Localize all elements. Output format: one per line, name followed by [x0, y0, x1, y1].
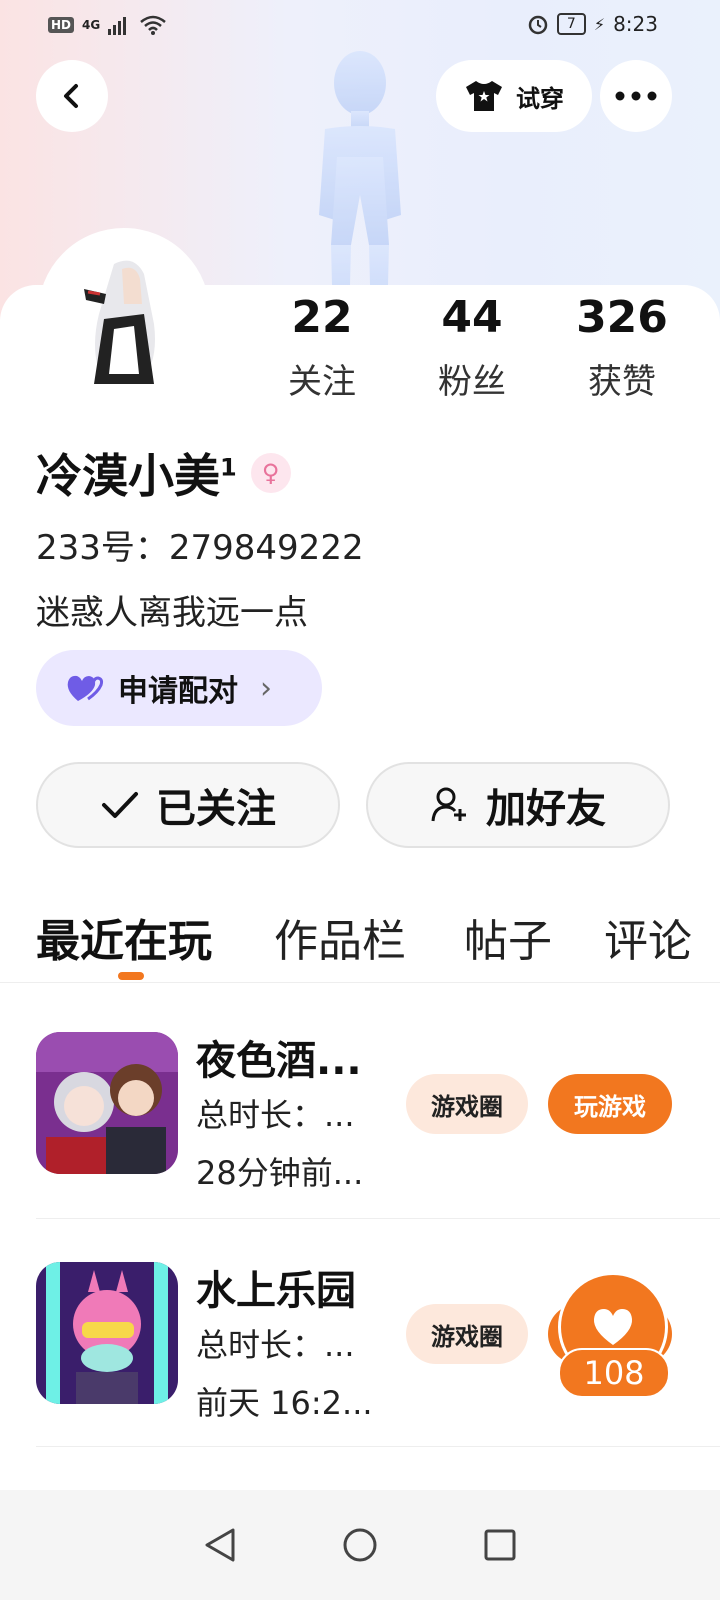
user-name-suffix: 1: [220, 453, 237, 482]
game-title: 夜色酒...: [196, 1038, 362, 1084]
tab-posts[interactable]: 帖子: [464, 905, 552, 969]
hd-badge: HD: [48, 17, 75, 33]
clock-time: 8:23: [613, 12, 658, 36]
chevron-left-icon: [64, 84, 78, 108]
battery-indicator: 7: [556, 13, 586, 35]
row-divider: [36, 1446, 720, 1447]
play-game-button[interactable]: 玩游戏: [548, 1074, 672, 1134]
game-last-played: 28分钟前...: [196, 1154, 364, 1192]
alarm-icon: [528, 15, 548, 35]
back-button[interactable]: [36, 60, 108, 132]
game-title: 水上乐园: [196, 1268, 356, 1314]
floating-like-button[interactable]: 108: [558, 1272, 670, 1400]
game-circle-button[interactable]: 游戏圈: [406, 1074, 528, 1134]
stat-following-label: 关注: [288, 362, 356, 402]
back-triangle-icon[interactable]: [203, 1527, 237, 1563]
charging-icon: ⚡: [593, 14, 606, 34]
stat-likes[interactable]: 326 获赞: [562, 290, 682, 403]
heart-pair-icon: [67, 675, 104, 701]
game-cover-art: [36, 1032, 178, 1174]
tab-divider: [0, 982, 720, 983]
game-duration: 总时长：...: [196, 1326, 355, 1364]
checkmark-icon: [102, 792, 138, 818]
stat-fans-value: 44: [441, 292, 503, 343]
system-nav-bar: [0, 1490, 720, 1600]
add-friend-button[interactable]: 加好友: [366, 762, 670, 848]
avatar-hologram-figure: [319, 51, 401, 325]
row-divider: [36, 1218, 720, 1219]
home-circle-icon[interactable]: [342, 1527, 378, 1563]
list-item[interactable]: 夜色酒... 总时长：... 28分钟前... 游戏圈 玩游戏: [36, 1032, 720, 1212]
add-user-icon: [431, 787, 466, 822]
apply-pair-button[interactable]: 申请配对 ›: [36, 650, 322, 726]
stat-likes-value: 326: [576, 292, 668, 343]
tab-works[interactable]: 作品栏: [274, 905, 406, 969]
user-id: 233号：279849222: [36, 528, 364, 568]
wifi-icon: [140, 15, 167, 35]
followed-button[interactable]: 已关注: [36, 762, 340, 848]
avatar-illustration: [44, 234, 204, 394]
game-circle-button[interactable]: 游戏圈: [406, 1304, 528, 1364]
heart-icon: [593, 1309, 633, 1345]
more-dots-icon: [615, 91, 657, 101]
tab-comments[interactable]: 评论: [604, 905, 692, 969]
user-bio: 迷惑人离我远一点: [36, 593, 308, 633]
game-cover-art: [36, 1262, 178, 1404]
user-name: 冷漠小美1: [36, 449, 237, 503]
stat-fans[interactable]: 44 粉丝: [412, 290, 532, 403]
stat-following[interactable]: 22 关注: [262, 290, 382, 403]
game-icon[interactable]: [36, 1032, 178, 1174]
try-on-label: 试穿: [516, 84, 564, 113]
try-on-button[interactable]: 试穿: [436, 60, 592, 132]
tshirt-icon: [466, 81, 502, 111]
network-type: 4G: [82, 18, 101, 32]
avatar[interactable]: [38, 228, 210, 400]
stat-following-value: 22: [291, 292, 353, 343]
name-row: 冷漠小美1 ♀: [36, 440, 291, 506]
game-last-played: 前天 16:2...: [196, 1384, 373, 1422]
add-friend-label: 加好友: [486, 786, 606, 832]
status-bar: HD 4G 7 ⚡ 8:23: [0, 0, 720, 50]
more-button[interactable]: [600, 60, 672, 132]
stat-likes-label: 获赞: [588, 362, 656, 402]
followed-label: 已关注: [156, 786, 276, 832]
recents-square-icon[interactable]: [483, 1528, 517, 1562]
like-count: 108: [558, 1348, 670, 1398]
apply-pair-label: 申请配对: [118, 674, 238, 709]
active-tab-indicator: [118, 972, 144, 980]
female-icon: ♀: [250, 453, 291, 493]
game-icon[interactable]: [36, 1262, 178, 1404]
stat-fans-label: 粉丝: [438, 362, 506, 402]
signal-icon: [108, 17, 127, 35]
game-duration: 总时长：...: [196, 1096, 355, 1134]
tab-recently-played[interactable]: 最近在玩: [36, 905, 212, 969]
chevron-right-icon: ›: [260, 670, 272, 706]
